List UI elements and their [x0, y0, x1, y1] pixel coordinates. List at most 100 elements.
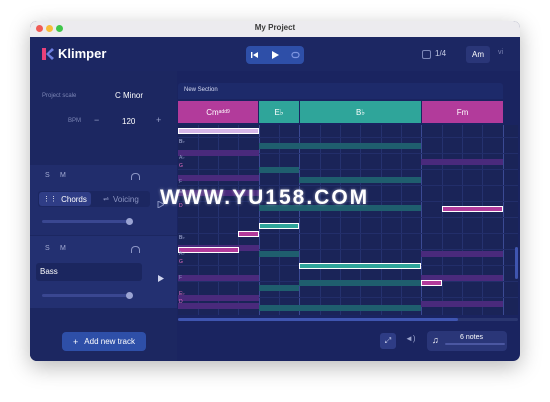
pitch-label: A♭	[179, 251, 185, 257]
chord-block[interactable]: E♭	[259, 101, 299, 123]
headphones-icon[interactable]	[131, 173, 140, 180]
watermark: WWW.YU158.COM	[160, 186, 370, 209]
vertical-scroll-thumb[interactable]	[515, 247, 518, 279]
bass-note[interactable]	[421, 280, 442, 286]
scale-highlight	[299, 305, 421, 311]
left-panel: Project scale C Minor BPM − 120 + S M ⋮⋮…	[30, 71, 177, 361]
scale-highlight	[259, 167, 299, 173]
scale-highlight	[299, 280, 421, 286]
horizontal-scroll-thumb[interactable]	[178, 318, 458, 321]
section-name: New Section	[184, 87, 218, 93]
mute-button[interactable]: M	[60, 172, 66, 179]
bass-note[interactable]	[299, 263, 421, 269]
pitch-row-divider	[178, 233, 518, 234]
pitch-row-divider	[178, 137, 518, 138]
window-title: My Project	[254, 23, 296, 32]
track-name-field[interactable]: Bass	[36, 263, 142, 281]
pitch-label: E♭	[179, 291, 185, 297]
chords-track: S M ⋮⋮ Chords ⇌ Voicing	[30, 165, 177, 235]
scale-highlight	[421, 159, 503, 165]
bpm-increase-button[interactable]: +	[156, 115, 161, 125]
scale-highlight	[299, 177, 421, 183]
loop-region-icon[interactable]	[422, 50, 431, 59]
scale-highlight	[421, 251, 503, 257]
add-track-label: Add new track	[84, 337, 135, 346]
pitch-label: B♭	[179, 235, 185, 241]
track-mode-tabs: ⋮⋮ Chords ⇌ Voicing	[38, 191, 150, 207]
key-button[interactable]: Am	[466, 46, 490, 63]
scale-highlight	[178, 303, 259, 309]
scale-highlight	[178, 150, 259, 156]
bass-note[interactable]	[178, 247, 239, 253]
play-track-icon[interactable]	[157, 269, 164, 287]
speaker-icon[interactable]: ◄)	[405, 334, 416, 343]
bpm-label: BPM	[68, 118, 82, 124]
bass-note[interactable]	[442, 206, 503, 212]
bpm-decrease-button[interactable]: −	[94, 115, 99, 125]
volume-slider-thumb[interactable]	[126, 218, 133, 225]
tab-chords-label: Chords	[61, 194, 87, 204]
volume-slider-thumb[interactable]	[126, 292, 133, 299]
pitch-label: F	[179, 275, 183, 281]
bass-track: S M Bass	[30, 236, 177, 308]
title-bar: My Project	[30, 21, 520, 37]
notes-info-card[interactable]: ♫ 6 notes	[427, 331, 507, 351]
transport-controls	[246, 46, 304, 64]
headphones-icon[interactable]	[131, 246, 140, 253]
scale-highlight	[178, 175, 259, 181]
piano-roll[interactable]: B♭ A♭ G F E♭ D B♭ A♭ G F E♭ D	[178, 125, 518, 315]
expand-icon[interactable]: ⤢	[380, 333, 396, 349]
music-note-icon: ♫	[432, 335, 439, 345]
play-icon[interactable]	[266, 46, 284, 64]
grid-icon: ⋮⋮	[43, 196, 58, 203]
bass-note[interactable]	[178, 128, 259, 134]
pitch-label: B♭	[179, 139, 185, 145]
bass-note[interactable]	[238, 231, 259, 237]
chord-block[interactable]: Fm	[422, 101, 503, 123]
pitch-row-divider	[178, 217, 518, 218]
chord-block[interactable]: Cm add9	[178, 101, 258, 123]
add-track-button[interactable]: + Add new track	[62, 332, 146, 351]
notes-count: 6 notes	[460, 334, 483, 341]
tab-chords[interactable]: ⋮⋮ Chords	[39, 192, 91, 206]
scale-highlight	[259, 305, 299, 311]
tab-voicing[interactable]: ⇌ Voicing	[94, 192, 148, 206]
horizontal-scrollbar[interactable]	[178, 318, 518, 321]
pitch-label: A♭	[179, 155, 185, 161]
chord-name: Fm	[456, 107, 469, 117]
chord-name: E♭	[274, 107, 284, 117]
pitch-label: G	[179, 259, 183, 265]
chords-volume-slider[interactable]	[42, 218, 133, 225]
chord-extension: add9	[218, 109, 230, 115]
app-name: Klimper	[58, 46, 107, 61]
skip-back-icon[interactable]	[246, 46, 264, 64]
bass-volume-slider[interactable]	[42, 292, 133, 299]
mute-button[interactable]: M	[60, 245, 66, 252]
voicing-icon: ⇌	[103, 196, 110, 203]
scale-highlight	[421, 301, 503, 307]
plus-icon: +	[73, 336, 79, 347]
key-mode-label: vi	[498, 49, 504, 56]
chord-name: Cm	[206, 107, 219, 117]
top-toolbar: Klimper 1/4 Am vi	[30, 37, 520, 71]
section-header[interactable]: New Section	[178, 83, 503, 99]
pitch-label: G	[179, 163, 183, 169]
project-scale-label: Project scale	[42, 93, 77, 99]
bass-note[interactable]	[259, 223, 299, 229]
bpm-value[interactable]: 120	[122, 117, 135, 126]
chord-name: B♭	[355, 107, 366, 117]
solo-button[interactable]: S	[45, 172, 50, 179]
scale-highlight	[259, 285, 299, 291]
loop-icon[interactable]	[286, 46, 304, 64]
notes-subline	[445, 343, 505, 345]
scale-highlight	[178, 275, 259, 281]
pitch-label: D	[179, 299, 183, 305]
tab-voicing-label: Voicing	[113, 194, 139, 204]
project-scale-value[interactable]: C Minor	[115, 91, 143, 100]
scale-highlight	[178, 295, 259, 301]
scale-highlight	[259, 143, 299, 149]
solo-button[interactable]: S	[45, 245, 50, 252]
pitch-row-divider	[178, 169, 518, 170]
chord-block[interactable]: B♭	[300, 101, 421, 123]
time-signature[interactable]: 1/4	[435, 49, 446, 58]
